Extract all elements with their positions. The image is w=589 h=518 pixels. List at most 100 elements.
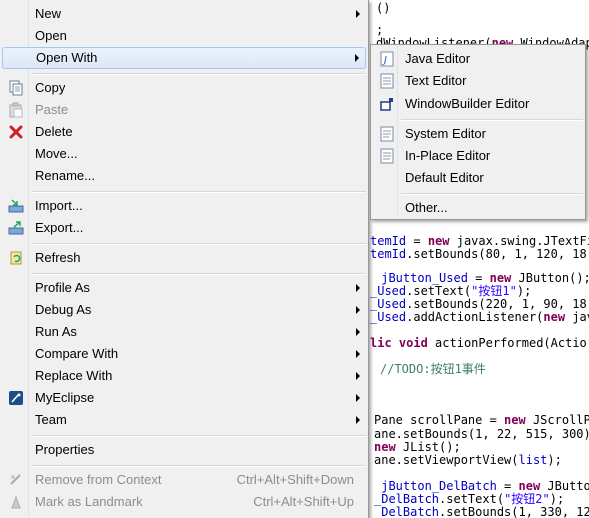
menu-item-copy[interactable]: Copy: [2, 77, 366, 99]
copy-icon: [8, 80, 24, 96]
menu-item-compare-with[interactable]: Compare With: [2, 343, 366, 365]
menu-item-label: Debug As: [35, 302, 92, 317]
menu-item-refresh[interactable]: Refresh: [2, 247, 366, 269]
code-token: .setBounds(220, 1, 90, 18): [406, 297, 589, 311]
import-icon: [8, 198, 24, 214]
menu-item-label: Delete: [35, 124, 73, 139]
code-token: JButton();: [511, 271, 589, 285]
menu-item-new[interactable]: New: [2, 3, 366, 25]
menu-item-open[interactable]: Open: [2, 25, 366, 47]
menu-item-profile-as[interactable]: Profile As: [2, 277, 366, 299]
code-line: Pane scrollPane = new JScrollP: [374, 414, 589, 427]
code-token: );: [547, 453, 562, 467]
menu-item-myeclipse[interactable]: MyEclipse: [2, 387, 366, 409]
menu-item-windowbuilder-editor[interactable]: WindowBuilder Editor: [373, 93, 583, 115]
menu-item-system-editor[interactable]: System Editor: [373, 123, 583, 145]
code-token: new: [427, 234, 450, 248]
menu-item-label: Java Editor: [405, 51, 471, 66]
code-token: list: [518, 453, 548, 467]
open-with-submenu: J Java Editor Text Editor WindowBuilder …: [370, 44, 586, 220]
code-token: lic: [370, 336, 392, 350]
code-token: //TODO:按钮1事件: [380, 362, 486, 376]
code-token: javax.swing.JTextFi: [449, 234, 589, 248]
code-token: .setBounds(80, 1, 120, 18): [406, 247, 589, 261]
menu-item-export[interactable]: Export...: [2, 217, 366, 239]
refresh-icon: [8, 250, 24, 266]
menu-item-team[interactable]: Team: [2, 409, 366, 431]
code-token: JList();: [395, 440, 461, 454]
text-editor-icon: [379, 73, 395, 89]
menu-item-debug-as[interactable]: Debug As: [2, 299, 366, 321]
remove-context-icon: [8, 472, 24, 488]
code-token: (): [376, 1, 391, 15]
code-token: _Used: [370, 310, 407, 324]
menu-item-label: Team: [35, 412, 67, 427]
menu-item-label: Text Editor: [405, 73, 467, 88]
code-token: new: [504, 413, 526, 427]
menu-item-run-as[interactable]: Run As: [2, 321, 366, 343]
paste-icon: [8, 102, 24, 118]
export-icon: [8, 220, 24, 236]
menu-separator: [32, 243, 366, 245]
menu-item-label: Replace With: [35, 368, 113, 383]
submenu-arrow-icon: [356, 328, 360, 336]
menu-item-label: Compare With: [35, 346, 119, 361]
delete-icon: [8, 124, 24, 140]
myeclipse-icon: [8, 390, 24, 406]
code-token: =: [406, 234, 428, 248]
submenu-arrow-icon: [356, 10, 360, 18]
code-token: ane.setBounds(1, 22, 515, 300);: [374, 427, 589, 441]
menu-item-label: New: [35, 6, 62, 21]
menu-item-java-editor[interactable]: J Java Editor: [373, 48, 583, 70]
menu-item-replace-with[interactable]: Replace With: [2, 365, 366, 387]
code-line: //TODO:按钮1事件: [380, 363, 486, 376]
code-token: _DelBatch: [374, 492, 440, 506]
menu-item-label: Default Editor: [405, 170, 484, 185]
menu-item-properties[interactable]: Properties: [2, 439, 366, 461]
submenu-arrow-icon: [356, 306, 360, 314]
system-editor-icon: [379, 126, 395, 142]
menu-item-open-with[interactable]: Open With: [2, 47, 366, 69]
menu-item-label: Refresh: [35, 250, 81, 265]
code-token: void: [398, 336, 428, 350]
menu-item-text-editor[interactable]: Text Editor: [373, 70, 583, 92]
submenu-arrow-icon: [356, 394, 360, 402]
code-token: _DelBatch: [374, 505, 440, 518]
menu-item-remove-from-context: Remove from Context Ctrl+Alt+Shift+Down: [2, 469, 366, 491]
menu-item-label: In-Place Editor: [405, 148, 491, 163]
code-token: _Used: [370, 284, 407, 298]
menu-item-label: Mark as Landmark: [35, 494, 143, 509]
menu-item-move[interactable]: Move...: [2, 143, 366, 165]
code-token: JScrollP: [525, 413, 589, 427]
code-token: new: [543, 310, 566, 324]
menu-item-shortcut: Ctrl+Alt+Shift+Down: [236, 472, 354, 487]
windowbuilder-icon: [379, 96, 395, 112]
menu-separator: [401, 193, 583, 195]
code-line: temId.setBounds(80, 1, 120, 18): [370, 248, 589, 261]
code-token: Pane scrollPane =: [374, 413, 505, 427]
submenu-arrow-icon: [355, 54, 359, 62]
menu-separator: [32, 273, 366, 275]
menu-item-label: WindowBuilder Editor: [405, 96, 530, 111]
java-editor-icon: J: [379, 51, 395, 67]
code-token: .setText(: [406, 284, 472, 298]
code-token: );: [516, 284, 532, 298]
menu-item-rename[interactable]: Rename...: [2, 165, 366, 187]
menu-item-default-editor[interactable]: Default Editor: [373, 167, 583, 189]
code-token: actionPerformed(Actio: [427, 336, 587, 350]
code-line: _Used.addActionListener(new jav: [370, 311, 589, 324]
menu-item-label: Run As: [35, 324, 77, 339]
code-token: _Used: [370, 297, 407, 311]
code-token: ;: [376, 23, 384, 37]
menu-item-delete[interactable]: Delete: [2, 121, 366, 143]
submenu-arrow-icon: [356, 372, 360, 380]
menu-item-import[interactable]: Import...: [2, 195, 366, 217]
menu-item-in-place-editor[interactable]: In-Place Editor: [373, 145, 583, 167]
code-token: =: [467, 271, 490, 285]
menu-item-label: Paste: [35, 102, 69, 117]
menu-item-label: Rename...: [35, 168, 95, 183]
menu-item-shortcut: Ctrl+Alt+Shift+Up: [253, 494, 354, 509]
code-token: new: [489, 271, 512, 285]
menu-item-other[interactable]: Other...: [373, 197, 583, 219]
